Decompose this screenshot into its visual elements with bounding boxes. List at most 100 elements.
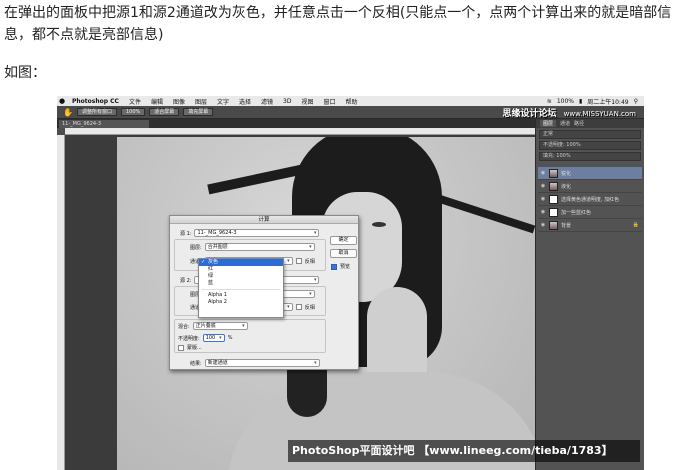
mask-checkbox[interactable] [178, 344, 184, 351]
wifi-icon[interactable]: ≋ [547, 98, 552, 105]
menu-select[interactable]: 选择 [234, 97, 256, 106]
dropdown-item-green[interactable]: 绿 [199, 273, 283, 280]
layer1-row: 图层: 合并图层 [190, 243, 315, 251]
article-instruction: 在弹出的面板中把源1和源2通道改为灰色，并任意点击一个反相(只能点一个，点两个计… [4, 5, 672, 43]
layer-thumbnail [549, 194, 558, 204]
channel-dropdown-menu: 灰色 红 绿 蓝 Alpha 1 Alpha 2 [198, 258, 284, 318]
tab-channels[interactable]: 通道 [560, 120, 570, 127]
watermark-site-url: www.MISSYUAN.com [563, 110, 636, 118]
dropdown-item-red[interactable]: 红 [199, 266, 283, 273]
layer-name: 背景 [561, 222, 572, 229]
vertical-ruler[interactable] [57, 135, 65, 470]
opacity-unit: % [227, 335, 233, 341]
mac-menubar: ● Photoshop CC 文件 编辑 图像 图层 文字 选择 滤镜 3D 视… [57, 96, 644, 106]
layer-row[interactable]: ◉ 液化 [538, 180, 642, 193]
layer-row[interactable]: ◉ 背景 🔒 [538, 219, 642, 232]
invert1-checkbox[interactable] [295, 258, 302, 264]
mask-label: 蒙版... [187, 345, 202, 351]
dropdown-separator [202, 287, 280, 290]
watermark-top: 思缘设计论坛 www.MISSYUAN.com [502, 106, 636, 119]
layer-thumbnail [549, 220, 558, 230]
source1-select[interactable]: 11-_MG_9624-3 [194, 229, 320, 237]
layer1-label: 图层: [190, 244, 202, 251]
invert2-checkbox[interactable] [295, 304, 302, 310]
eye-icon[interactable]: ◉ [540, 170, 546, 176]
layer-name: 选择黄色通道明度, 加红色 [561, 196, 620, 203]
eye-icon[interactable]: ◉ [540, 196, 546, 202]
layer-row[interactable]: ◉ 选择黄色通道明度, 加红色 [538, 193, 642, 206]
tab-layers[interactable]: 图层 [540, 120, 557, 127]
search-icon[interactable]: ⚲ [634, 98, 638, 105]
blending-row: 混合: 正片叠底 [178, 322, 248, 330]
menu-3d[interactable]: 3D [278, 98, 296, 105]
battery-percent[interactable]: 100% [557, 98, 574, 105]
layer-thumbnail [549, 207, 558, 217]
layer-thumbnail [549, 181, 558, 191]
battery-icon: ▮ [578, 97, 583, 105]
eye-icon[interactable]: ◉ [540, 222, 546, 228]
mask-row: 蒙版... [178, 344, 202, 351]
opacity-row: 不透明度: 100 % [178, 334, 232, 342]
watermark-site-name: 思缘设计论坛 [502, 109, 557, 119]
tab-paths[interactable]: 路径 [574, 120, 584, 127]
eye-icon[interactable]: ◉ [540, 209, 546, 215]
layers-panel: 图层 通道 路径 正常 不透明度: 100% 填充: 100% ◉ 锐化 ◉ 液… [535, 119, 644, 470]
result-label: 结果: [190, 360, 202, 367]
layer1-select[interactable]: 合并图层 [204, 243, 315, 251]
document-tab-bar: 11-_MG_9624-3 [57, 119, 535, 128]
invert1-label: 反相 [304, 258, 315, 265]
eye-icon[interactable]: ◉ [540, 183, 546, 189]
result-select[interactable]: 新建通道 [204, 359, 320, 367]
scroll-all-windows-button[interactable]: 调整所有窗口 [76, 108, 117, 116]
menu-file[interactable]: 文件 [124, 97, 146, 106]
dialog-title: 计算 [170, 216, 358, 224]
eye-shape [372, 222, 386, 227]
menu-edit[interactable]: 编辑 [146, 97, 168, 106]
menu-image[interactable]: 图像 [168, 97, 190, 106]
dropdown-item-blue[interactable]: 蓝 [199, 280, 283, 287]
panel-tabs: 图层 通道 路径 [536, 119, 644, 128]
opacity-input[interactable]: 100 [202, 334, 225, 342]
layer-name: 加一些蓝红色 [561, 209, 592, 216]
preview-label: 预览 [340, 264, 351, 270]
layer-row[interactable]: ◉ 锐化 [538, 167, 642, 180]
source2-label: 源 2: [180, 277, 192, 284]
dropdown-item-alpha2[interactable]: Alpha 2 [199, 299, 283, 306]
menu-filter[interactable]: 滤镜 [256, 97, 278, 106]
source1-label: 源 1: [180, 230, 192, 237]
menu-help[interactable]: 帮助 [341, 97, 363, 106]
fill-screen-button[interactable]: 填充屏幕 [183, 108, 214, 116]
blend-mode-select[interactable]: 正常 [539, 130, 641, 139]
lock-icon: 🔒 [632, 222, 639, 228]
opacity-field[interactable]: 不透明度: 100% [539, 141, 641, 150]
menu-app-name[interactable]: Photoshop CC [67, 98, 124, 105]
layer-row[interactable]: ◉ 加一些蓝红色 [538, 206, 642, 219]
blending-select[interactable]: 正片叠底 [192, 322, 248, 330]
menubar-clock[interactable]: 周二上午10:49 [587, 97, 628, 106]
menu-layer[interactable]: 图层 [190, 97, 212, 106]
menu-window[interactable]: 窗口 [319, 97, 341, 106]
source1-row: 源 1: 11-_MG_9624-3 [180, 229, 320, 237]
ok-button[interactable]: 确定 [330, 236, 357, 245]
menubar-status: ≋ 100% ▮ 周二上午10:49 ⚲ [547, 96, 638, 106]
horizontal-ruler[interactable] [65, 128, 535, 135]
article-caption: 如图： [4, 65, 46, 81]
opacity-label: 不透明度: [178, 335, 200, 342]
preview-checkbox[interactable] [331, 263, 337, 270]
hand-tool-icon[interactable]: ✋ [63, 108, 73, 117]
layer-thumbnail [549, 168, 558, 178]
zoom-100-button[interactable]: 100% [120, 108, 146, 116]
result-row: 结果: 新建通道 [190, 359, 320, 367]
fill-field[interactable]: 填充: 100% [539, 152, 641, 161]
watermark-bottom: PhotoShop平面设计吧 【www.lineeg.com/tieba/178… [288, 440, 640, 462]
menu-type[interactable]: 文字 [212, 97, 234, 106]
menu-view[interactable]: 视图 [296, 97, 318, 106]
dropdown-item-alpha1[interactable]: Alpha 1 [199, 292, 283, 299]
document-tab[interactable]: 11-_MG_9624-3 [59, 120, 149, 128]
fit-screen-button[interactable]: 适合屏幕 [149, 108, 180, 116]
dropdown-item-gray[interactable]: 灰色 [199, 259, 283, 266]
invert2-label: 反相 [304, 304, 315, 311]
apple-icon[interactable]: ● [57, 97, 67, 105]
cancel-button[interactable]: 取消 [330, 249, 357, 258]
blending-label: 混合: [178, 323, 190, 330]
